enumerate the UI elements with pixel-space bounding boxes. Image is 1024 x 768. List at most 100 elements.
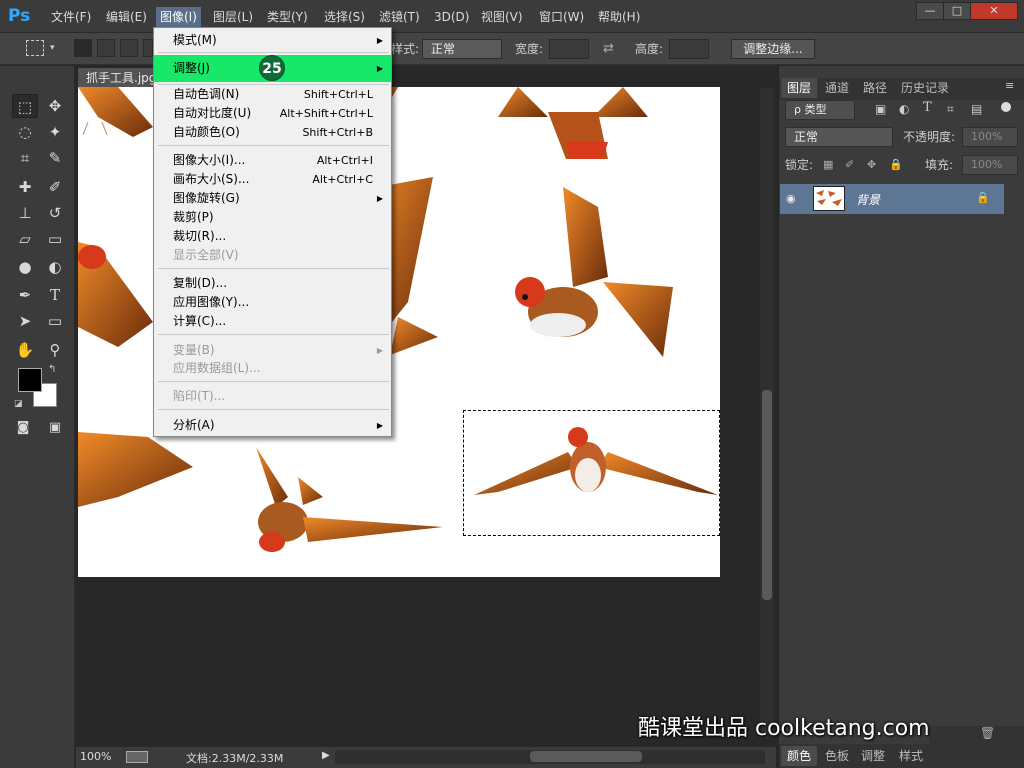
tab-adjustments[interactable]: 调整 [855,746,891,766]
foreground-color-swatch[interactable] [18,368,42,392]
vertical-scroll-thumb[interactable] [762,390,772,600]
zoom-tool-icon[interactable]: ⚲ [42,338,68,362]
maximize-button[interactable]: □ [943,2,971,20]
horizontal-scroll-thumb[interactable] [530,751,642,762]
menu-select[interactable]: 选择(S) [320,7,369,27]
document-tab[interactable]: 抓手工具.jpg [78,68,158,88]
pen-tool-icon[interactable]: ✒ [12,283,38,307]
menu-item-apply-image[interactable]: 应用图像(Y)... [154,293,391,312]
filter-shape-icon[interactable]: ⌗ [947,102,954,117]
filter-smart-icon[interactable]: ▤ [971,102,982,116]
tab-paths[interactable]: 路径 [857,78,893,98]
marquee-preset-icon[interactable] [26,40,44,56]
menu-help[interactable]: 帮助(H) [594,7,644,27]
panel-menu-icon[interactable]: ≡ [1005,79,1014,92]
move-tool-icon[interactable]: ✥ [42,94,68,118]
quick-mask-icon[interactable]: ◙ [10,416,36,440]
menu-type[interactable]: 类型(Y) [263,7,312,27]
crop-tool-icon[interactable]: ⌗ [12,146,38,170]
document-info: 文档:2.33M/2.33M [186,752,284,765]
menu-item-calculations[interactable]: 计算(C)... [154,312,391,331]
layer-filter-dropdown[interactable]: ρ 类型 [785,100,855,120]
minimize-button[interactable]: — [916,2,944,20]
default-colors-icon[interactable]: ◪ [14,399,23,409]
bird-right [515,187,673,357]
menu-item-duplicate[interactable]: 复制(D)... [154,274,391,293]
visibility-eye-icon[interactable]: ◉ [786,192,796,205]
tab-color[interactable]: 颜色 [781,746,818,766]
swap-icon[interactable]: ⇄ [603,41,614,56]
menu-item-image-rotation[interactable]: 图像旋转(G) ▶ [154,189,391,208]
menu-item-canvas-size[interactable]: 画布大小(S)... Alt+Ctrl+C [154,170,391,189]
delete-layer-icon[interactable]: 🗑 [980,726,995,740]
menu-item-mode[interactable]: 模式(M) ▶ [154,31,391,50]
gradient-tool-icon[interactable]: ▭ [42,227,68,251]
fill-field[interactable]: 100% [962,155,1018,175]
menu-view[interactable]: 视图(V) [477,7,527,27]
filter-adjust-icon[interactable]: ◐ [899,102,909,116]
menu-item-auto-color[interactable]: 自动颜色(O) Shift+Ctrl+B [154,123,391,142]
filter-image-icon[interactable]: ▣ [875,102,886,116]
type-tool-icon[interactable]: T [42,283,68,307]
zoom-level[interactable]: 100% [80,750,111,763]
eraser-tool-icon[interactable]: ▱ [12,227,38,251]
menu-filter[interactable]: 滤镜(T) [375,7,424,27]
intersect-selection-icon[interactable] [143,39,153,57]
menu-item-auto-contrast[interactable]: 自动对比度(U) Alt+Shift+Ctrl+L [154,104,391,123]
history-brush-icon[interactable]: ↺ [42,201,68,225]
menu-image[interactable]: 图像(I) [156,7,201,27]
lock-all-icon[interactable]: 🔒 [889,158,903,171]
blend-mode-dropdown[interactable]: 正常 [785,127,893,147]
height-field[interactable] [669,39,709,59]
menu-item-trim[interactable]: 裁切(R)... [154,227,391,246]
style-dropdown[interactable]: 正常 [422,39,502,59]
tab-history[interactable]: 历史记录 [895,78,955,98]
menu-3d[interactable]: 3D(D) [430,7,473,27]
menu-edit[interactable]: 编辑(E) [102,7,151,27]
swap-colors-icon[interactable]: ↰ [48,364,56,375]
marquee-tool-icon[interactable]: ⬚ [12,94,38,118]
add-selection-icon[interactable] [97,39,115,57]
lock-pixels-icon[interactable]: ✐ [845,158,854,171]
menu-item-crop[interactable]: 裁剪(P) [154,208,391,227]
magic-wand-icon[interactable]: ✦ [42,120,68,144]
menu-item-analysis[interactable]: 分析(A) ▶ [154,416,391,435]
lock-transparent-icon[interactable]: ▦ [823,158,833,171]
menu-item-auto-tone[interactable]: 自动色调(N) Shift+Ctrl+L [154,85,391,104]
status-preview-icon[interactable] [126,751,148,763]
healing-brush-icon[interactable]: ✚ [12,175,38,199]
width-field[interactable] [549,39,589,59]
lasso-tool-icon[interactable]: ◌ [12,120,38,144]
tab-layers[interactable]: 图层 [781,78,818,98]
status-menu-arrow-icon[interactable]: ▶ [322,750,330,761]
menu-layer[interactable]: 图层(L) [209,7,257,27]
new-selection-icon[interactable] [74,39,92,57]
screen-mode-icon[interactable]: ▣ [42,416,68,440]
tab-swatches[interactable]: 色板 [819,746,855,766]
blur-tool-icon[interactable]: ● [12,255,38,279]
menu-window[interactable]: 窗口(W) [535,7,588,27]
filter-type-icon[interactable]: T [923,100,932,115]
menu-file[interactable]: 文件(F) [47,7,95,27]
rectangle-tool-icon[interactable]: ▭ [42,309,68,333]
refine-edge-button[interactable]: 调整边缘... [731,39,815,59]
dodge-tool-icon[interactable]: ◐ [42,255,68,279]
selection-marquee[interactable] [463,410,720,536]
close-button[interactable]: ✕ [970,2,1018,20]
tab-styles[interactable]: 样式 [893,746,929,766]
tab-channels[interactable]: 通道 [819,78,855,98]
layer-name[interactable]: 背景 [856,191,880,208]
stamp-tool-icon[interactable]: ⊥ [12,201,38,225]
filter-toggle-icon[interactable] [1001,102,1011,112]
eyedropper-icon[interactable]: ✎ [42,146,68,170]
brush-tool-icon[interactable]: ✐ [42,175,68,199]
lock-position-icon[interactable]: ✥ [867,158,876,171]
subtract-selection-icon[interactable] [120,39,138,57]
menu-item-image-size[interactable]: 图像大小(I)... Alt+Ctrl+I [154,151,391,170]
hand-tool-icon[interactable]: ✋ [12,338,38,362]
chevron-down-icon[interactable]: ▾ [50,43,55,53]
opacity-field[interactable]: 100% [962,127,1018,147]
layer-row-background[interactable]: ◉ 背景 🔒 [780,184,1004,214]
height-label: 高度: [635,42,664,56]
path-select-icon[interactable]: ➤ [12,309,38,333]
